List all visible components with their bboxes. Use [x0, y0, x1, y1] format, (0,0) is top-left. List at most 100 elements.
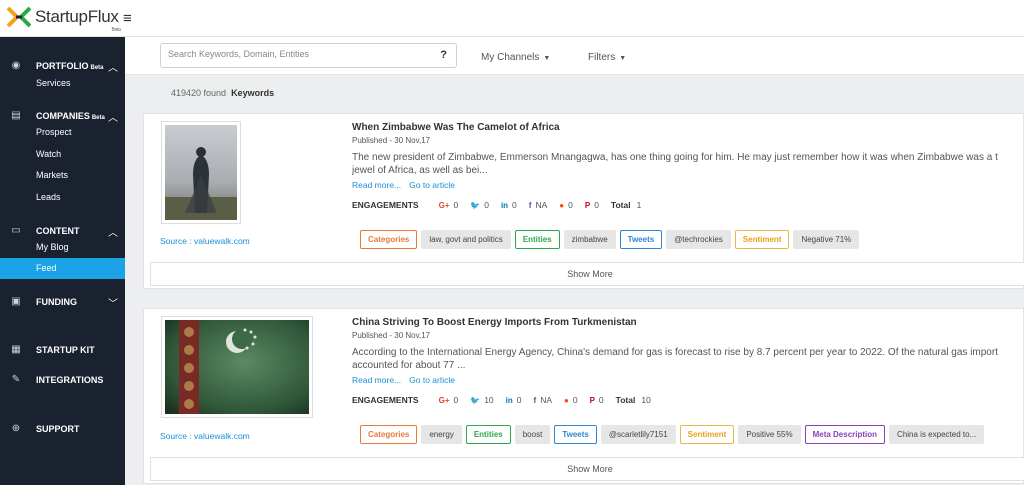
article-image [165, 125, 237, 220]
filters-label: Filters [588, 52, 616, 63]
sidebar-item-prospect[interactable]: Prospect [0, 122, 125, 143]
sidebar-startup-kit-title: STARTUP KIT [36, 345, 95, 355]
tag-categories-value[interactable]: energy [421, 425, 462, 444]
go-to-article-link[interactable]: Go to article [409, 375, 455, 385]
results-label: Keywords [231, 88, 275, 98]
tag-tweets-value[interactable]: @scarletlily7151 [600, 425, 676, 444]
twitter-icon: 🐦 [470, 395, 481, 405]
sidebar-item-leads[interactable]: Leads [0, 187, 125, 208]
tag-meta-description-label[interactable]: Meta Description [804, 425, 886, 444]
sidebar-section-funding[interactable]: ▣ FUNDING ﹀ [0, 294, 125, 312]
search-box: ? [160, 43, 457, 68]
tag-sentiment-value[interactable]: Positive 55% [738, 425, 801, 444]
linkedin-metric: in 0 [500, 200, 517, 210]
tag-categories-label[interactable]: Categories [360, 230, 418, 249]
tag-meta-description-value[interactable]: China is expected to... [889, 425, 985, 444]
help-icon[interactable]: ? [440, 49, 447, 61]
sidebar-item-feed[interactable]: Feed [0, 258, 125, 279]
tag-entities-label[interactable]: Entities [465, 425, 511, 444]
caret-down-icon: ▼ [619, 55, 627, 62]
tag-tweets-label[interactable]: Tweets [619, 230, 663, 249]
my-channels-dropdown[interactable]: My Channels ▼ [481, 52, 550, 63]
tag-tweets-label[interactable]: Tweets [554, 425, 597, 444]
engagements-label: ENGAGEMENTS [352, 200, 419, 210]
article-card: Source : valuewalk.com When Zimbabwe Was… [143, 113, 1024, 289]
briefcase-icon: ▦ [11, 344, 21, 355]
article-description-line2: accounted for about 77 ... [352, 360, 466, 371]
linkedin-icon: in [505, 395, 513, 405]
article-links: Read more... Go to article [352, 180, 463, 190]
newspaper-icon: ▭ [11, 225, 21, 236]
sidebar-section-support[interactable]: ⊕ SUPPORT [0, 421, 125, 439]
article-description-line2: jewel of Africa, as well as bei... [352, 165, 488, 176]
article-thumbnail[interactable] [161, 121, 241, 224]
sidebar-support-title: SUPPORT [36, 424, 80, 434]
tag-entities-value[interactable]: boost [514, 425, 551, 444]
top-bar: StartupFlux Beta ≡ [0, 0, 1024, 37]
tag-categories-label[interactable]: Categories [360, 425, 418, 444]
article-tags: Categories law, govt and politics Entiti… [360, 230, 863, 249]
sidebar-integrations-title: INTEGRATIONS [36, 375, 104, 385]
article-source[interactable]: Source : valuewalk.com [160, 236, 250, 246]
google-plus-icon: G+ [438, 200, 450, 210]
article-source[interactable]: Source : valuewalk.com [160, 431, 250, 441]
show-more-button[interactable]: Show More [150, 262, 1024, 286]
results-summary: 419420 found Keywords [171, 88, 274, 98]
show-more-button[interactable]: Show More [150, 457, 1024, 481]
sidebar-section-startup-kit[interactable]: ▦ STARTUP KIT [0, 342, 125, 360]
twitter-metric: 🐦 10 [470, 395, 494, 405]
total-metric: Total 1 [610, 200, 642, 210]
sidebar-item-services[interactable]: Services [0, 73, 125, 94]
pinterest-metric: P0 [589, 395, 604, 405]
sidebar-item-my-blog[interactable]: My Blog [0, 237, 125, 258]
article-links: Read more... Go to article [352, 375, 463, 385]
tag-sentiment-label[interactable]: Sentiment [734, 230, 790, 249]
article-card: Source : valuewalk.com China Striving To… [143, 308, 1024, 484]
filters-dropdown[interactable]: Filters ▼ [588, 52, 626, 63]
article-title[interactable]: China Striving To Boost Energy Imports F… [352, 317, 637, 328]
caret-down-icon: ▼ [543, 55, 551, 62]
sidebar-section-integrations[interactable]: ✎ INTEGRATIONS [0, 372, 125, 390]
sidebar-item-markets[interactable]: Markets [0, 165, 125, 186]
pinterest-metric: P0 [584, 200, 599, 210]
article-published-date: Published - 30 Nov,17 [352, 331, 431, 340]
plug-icon: ✎ [11, 374, 21, 385]
reddit-icon: ● [564, 395, 569, 405]
pinterest-icon: P [589, 395, 595, 405]
startupflux-logo-icon [6, 6, 32, 28]
tag-sentiment-label[interactable]: Sentiment [679, 425, 735, 444]
facebook-metric: f NA [533, 395, 552, 405]
read-more-link[interactable]: Read more... [352, 180, 401, 190]
google-plus-icon: G+ [438, 395, 450, 405]
sidebar-portfolio-title: PORTFOLIO Beta [36, 61, 104, 71]
article-published-date: Published - 30 Nov,17 [352, 136, 431, 145]
search-toolbar: ? My Channels▼ Filters▼ [125, 37, 1024, 75]
read-more-link[interactable]: Read more... [352, 375, 401, 385]
sidebar-item-watch[interactable]: Watch [0, 144, 125, 165]
tag-entities-label[interactable]: Entities [514, 230, 560, 249]
engagements-label: ENGAGEMENTS [352, 395, 419, 405]
article-thumbnail[interactable] [161, 316, 313, 418]
tag-categories-value[interactable]: law, govt and politics [421, 230, 511, 249]
article-title[interactable]: When Zimbabwe Was The Camelot of Africa [352, 122, 560, 133]
sidebar-content-title: CONTENT [36, 226, 80, 236]
results-count: 419420 found [171, 88, 227, 98]
facebook-metric: f NA [528, 200, 548, 210]
go-to-article-link[interactable]: Go to article [409, 180, 455, 190]
article-tags: Categories energy Entities boost Tweets … [360, 425, 988, 444]
reddit-icon: ● [559, 200, 565, 210]
article-description-line1: According to the International Energy Ag… [352, 347, 998, 358]
engagements-row: ENGAGEMENTS G+ 0 🐦 10 in 0 f NA ● 0 P0 Total 1… [352, 395, 663, 405]
tag-tweets-value[interactable]: @techrockies [666, 230, 731, 249]
reddit-metric: ● 0 [559, 200, 573, 210]
tag-sentiment-value[interactable]: Negative 71% [793, 230, 860, 249]
app-logo[interactable]: StartupFlux Beta [6, 6, 121, 33]
pinterest-icon: P [584, 200, 591, 210]
hamburger-menu-icon[interactable]: ≡ [123, 11, 132, 26]
reddit-metric: ● 0 [564, 395, 578, 405]
building-icon: ▤ [11, 110, 21, 121]
tag-entities-value[interactable]: zimbabwe [563, 230, 616, 249]
search-input[interactable] [168, 49, 418, 59]
twitter-icon: 🐦 [470, 200, 481, 210]
app-name: StartupFlux Beta [35, 7, 121, 33]
